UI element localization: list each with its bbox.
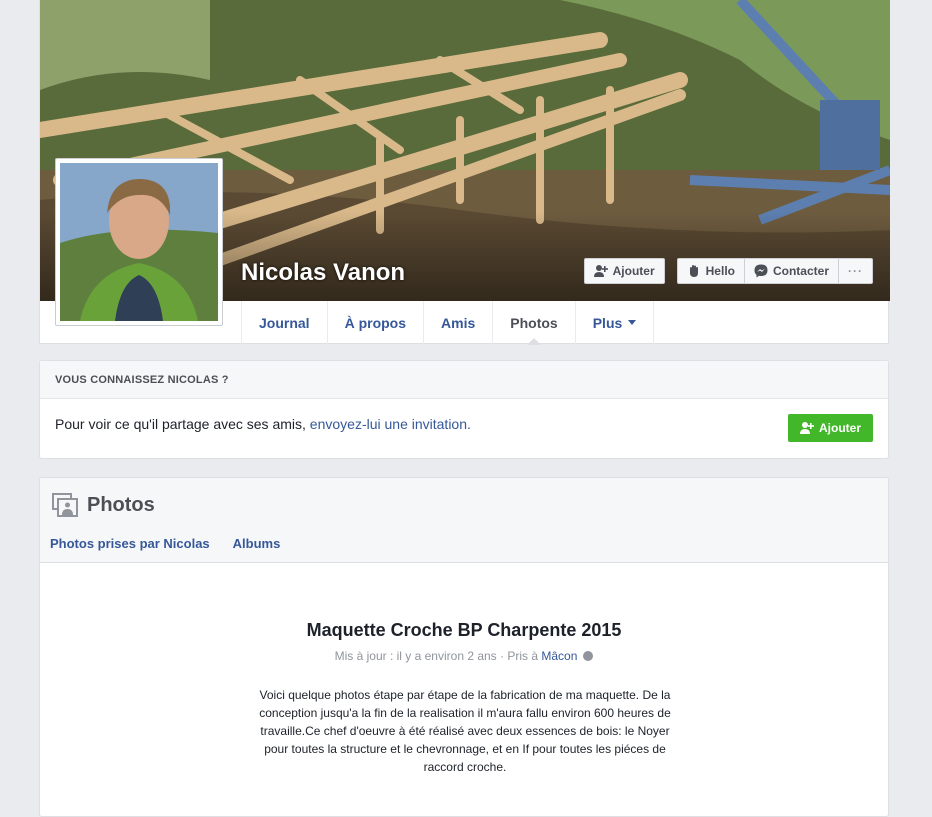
friend-suggestion-text: Pour voir ce qu'il partage avec ses amis… bbox=[55, 416, 471, 432]
add-friend-label: Ajouter bbox=[612, 264, 655, 278]
avatar bbox=[60, 163, 218, 321]
tab-photos[interactable]: Photos bbox=[493, 301, 576, 345]
album-updated-text: Mis à jour : il y a environ 2 ans · Pris… bbox=[334, 649, 542, 663]
add-friend-green-button[interactable]: Ajouter bbox=[788, 414, 873, 442]
photos-icon bbox=[52, 493, 78, 517]
album-location-link[interactable]: Mâcon bbox=[541, 649, 577, 663]
photos-subtabs: Photos prises par Nicolas Albums bbox=[50, 536, 280, 551]
profile-header: Nicolas Vanon Ajouter Hello Contacter ··… bbox=[39, 0, 890, 345]
more-options-button[interactable]: ··· bbox=[838, 258, 873, 284]
wave-hand-icon bbox=[687, 264, 701, 278]
album-meta: Mis à jour : il y a environ 2 ans · Pris… bbox=[40, 649, 888, 663]
messenger-icon bbox=[754, 264, 768, 278]
wave-label: Hello bbox=[705, 264, 735, 278]
friend-suggestion-message: Pour voir ce qu'il partage avec ses amis… bbox=[55, 416, 310, 432]
friend-suggestion-card: VOUS CONNAISSEZ NICOLAS ? Pour voir ce q… bbox=[39, 360, 889, 459]
caret-down-icon bbox=[628, 320, 637, 325]
profile-tabs: Journal À propos Amis Photos Plus bbox=[241, 301, 655, 345]
more-options-icon: ··· bbox=[848, 264, 863, 278]
add-friend-button[interactable]: Ajouter bbox=[583, 258, 665, 284]
add-friend-icon bbox=[800, 421, 814, 435]
photos-header: Photos Photos prises par Nicolas Albums bbox=[40, 478, 888, 563]
action-group: Hello Contacter ··· bbox=[676, 258, 873, 284]
album-title[interactable]: Maquette Croche BP Charpente 2015 bbox=[40, 620, 888, 641]
friend-suggestion-heading: VOUS CONNAISSEZ NICOLAS ? bbox=[40, 361, 888, 399]
cover-actions: Ajouter Hello Contacter ··· bbox=[583, 258, 873, 284]
tab-label: Plus bbox=[592, 314, 623, 331]
albums-tab[interactable]: Albums bbox=[233, 536, 281, 551]
photos-section: Photos Photos prises par Nicolas Albums … bbox=[39, 477, 889, 817]
friend-suggestion-body: Pour voir ce qu'il partage avec ses amis… bbox=[40, 399, 888, 459]
wave-button[interactable]: Hello bbox=[676, 258, 745, 284]
photos-title: Photos bbox=[87, 493, 155, 516]
message-label: Contacter bbox=[772, 264, 829, 278]
tab-about[interactable]: À propos bbox=[328, 301, 425, 344]
tab-label: Amis bbox=[441, 314, 476, 331]
send-invitation-link[interactable]: envoyez-lui une invitation. bbox=[310, 416, 471, 432]
add-friend-label: Ajouter bbox=[819, 421, 861, 435]
tab-journal[interactable]: Journal bbox=[242, 301, 328, 344]
profile-name[interactable]: Nicolas Vanon bbox=[241, 259, 405, 287]
tab-label: À propos bbox=[344, 314, 407, 331]
profile-picture[interactable] bbox=[55, 158, 223, 326]
tab-label: Journal bbox=[259, 314, 310, 331]
add-friend-icon bbox=[593, 264, 608, 278]
tab-label: Photos bbox=[510, 314, 558, 331]
message-button[interactable]: Contacter bbox=[743, 258, 839, 284]
tab-more[interactable]: Plus bbox=[576, 301, 655, 344]
tab-friends[interactable]: Amis bbox=[424, 301, 494, 344]
photos-title-row: Photos bbox=[52, 493, 155, 517]
album-description: Voici quelque photos étape par étape de … bbox=[259, 688, 671, 774]
photos-of-user-tab[interactable]: Photos prises par Nicolas bbox=[50, 536, 210, 551]
globe-icon bbox=[583, 651, 594, 661]
